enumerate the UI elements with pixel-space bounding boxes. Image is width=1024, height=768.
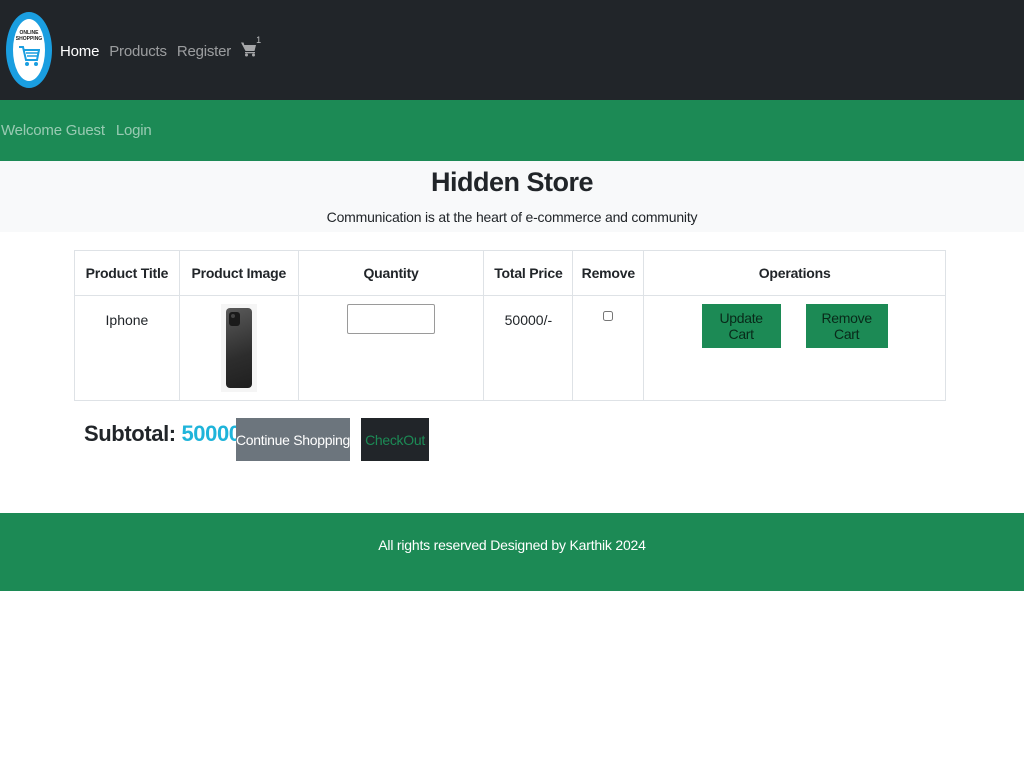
cell-remove xyxy=(572,295,645,401)
cell-total-price: 50000/- xyxy=(483,295,574,401)
nav-cart-link[interactable]: 1 xyxy=(241,35,261,61)
login-link[interactable]: Login xyxy=(116,122,152,139)
logo-text: ONLINE SHOPPING xyxy=(15,30,43,42)
header-remove: Remove xyxy=(572,250,645,296)
product-title: Iphone xyxy=(105,312,149,328)
cart-table: Product Title Product Image Quantity Tot… xyxy=(74,250,946,401)
cell-product-title: Iphone xyxy=(74,295,180,401)
subtotal: Subtotal: 50000/- xyxy=(84,421,254,447)
logo-cart-icon xyxy=(19,46,40,66)
subtotal-label: Subtotal: xyxy=(84,421,182,446)
page-title: Hidden Store xyxy=(430,167,594,197)
nav-link-home[interactable]: Home xyxy=(60,43,99,60)
header-quantity: Quantity xyxy=(297,250,485,296)
header-total-price: Total Price xyxy=(483,250,574,296)
cell-quantity xyxy=(297,295,485,401)
checkout-button[interactable]: CheckOut xyxy=(361,418,429,461)
table-row: Iphone 50000/- Update Cart Remove Cart xyxy=(74,295,946,401)
store-header: Hidden Store Communication is at the hea… xyxy=(0,161,1024,232)
shopping-cart-icon xyxy=(241,42,257,57)
table-header-row: Product Title Product Image Quantity Tot… xyxy=(74,250,946,296)
total-price: 50000/- xyxy=(504,312,553,328)
header-product-title: Product Title xyxy=(74,250,180,296)
update-cart-button[interactable]: Update Cart xyxy=(701,304,781,348)
cell-operations: Update Cart Remove Cart xyxy=(643,295,946,401)
remove-checkbox[interactable] xyxy=(603,311,614,321)
nav-links: Home Products Register 1 xyxy=(60,35,267,61)
iphone-image xyxy=(220,304,257,392)
footer-text: All rights reserved Designed by Karthik … xyxy=(378,537,646,553)
nav-link-register[interactable]: Register xyxy=(177,43,231,60)
header-operations: Operations xyxy=(643,250,946,296)
welcome-text: Welcome Guest xyxy=(1,122,105,139)
page-subtitle: Communication is at the heart of e-comme… xyxy=(326,209,698,225)
remove-cart-button[interactable]: Remove Cart xyxy=(805,304,888,348)
quantity-input[interactable] xyxy=(347,304,436,334)
top-navbar: ONLINE SHOPPING Home Products Register 1 xyxy=(0,0,1024,100)
footer: All rights reserved Designed by Karthik … xyxy=(0,513,1024,591)
cell-product-image xyxy=(178,295,299,401)
nav-link-products[interactable]: Products xyxy=(109,43,167,60)
welcome-bar: Welcome Guest Login xyxy=(0,100,1024,161)
header-product-image: Product Image xyxy=(178,250,299,296)
store-logo[interactable]: ONLINE SHOPPING xyxy=(6,12,52,88)
continue-shopping-button[interactable]: Continue Shopping xyxy=(236,418,350,461)
cart-count-badge: 1 xyxy=(256,35,261,45)
